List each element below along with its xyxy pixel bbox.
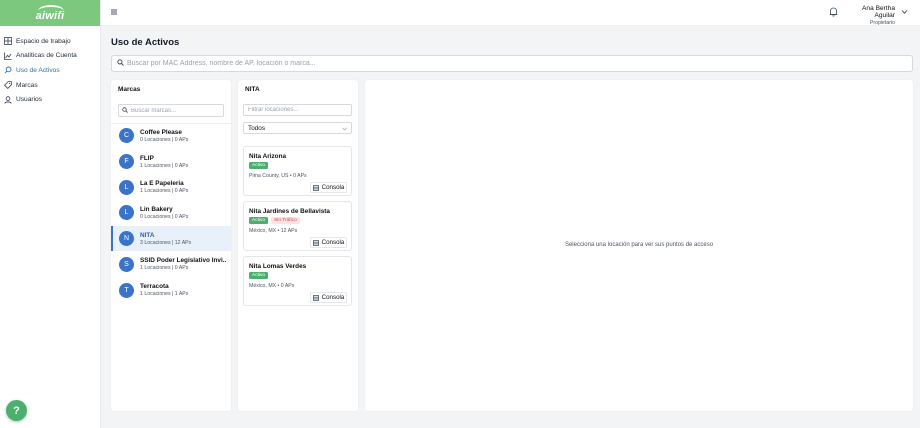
console-icon bbox=[312, 239, 319, 246]
sidebar-item-label: Usuarios bbox=[16, 96, 43, 104]
console-button[interactable]: Consola bbox=[310, 292, 347, 303]
avatar: C bbox=[119, 128, 134, 144]
console-button[interactable]: Consola bbox=[310, 182, 347, 193]
console-button[interactable]: Consola bbox=[310, 237, 347, 248]
page-title: Uso de Activos bbox=[111, 37, 180, 48]
user-icon bbox=[4, 95, 12, 104]
brand-item-la-e-papeleria[interactable]: L La E Papeleria 1 Locaciones | 0 APs bbox=[111, 174, 231, 200]
console-icon bbox=[312, 294, 319, 301]
sidebar-nav: Espacio de trabajo Analíticas de Cuenta … bbox=[0, 26, 100, 107]
brand-item-coffee-please[interactable]: C Coffee Please 0 Locaciones | 0 APs bbox=[111, 123, 231, 149]
brand-meta: 0 Locaciones | 0 APs bbox=[140, 136, 189, 143]
sidebar-item-label: Analíticas de Cuenta bbox=[16, 52, 77, 60]
avatar: S bbox=[119, 256, 134, 272]
user-menu[interactable]: Ana Bertha Aguilar Propietario bbox=[843, 5, 895, 26]
brand-meta: 0 Locaciones | 0 APs bbox=[140, 213, 189, 220]
analytics-icon bbox=[4, 52, 12, 60]
brand-meta: 1 Locaciones | 0 APs bbox=[140, 265, 189, 272]
sidebar-item-label: Marcas bbox=[16, 81, 38, 89]
brands-panel: Marcas C Coffee Please0 Locaciones | 0 A… bbox=[111, 80, 231, 411]
sidebar-item-brands[interactable]: Marcas bbox=[0, 78, 100, 93]
brand-item-lin-bakery[interactable]: L Lin Bakery 0 Locaciones | 0 APs bbox=[111, 200, 231, 226]
brand-name: La E Papeleria bbox=[140, 180, 184, 188]
brands-search-input[interactable] bbox=[131, 107, 223, 114]
brand-meta: 1 Locaciones | 1 APs bbox=[140, 291, 189, 298]
status-select[interactable]: Todos bbox=[243, 122, 352, 134]
sidebar-item-users[interactable]: Usuarios bbox=[0, 92, 100, 107]
status-badge: Activo bbox=[249, 162, 269, 169]
locations-filter-input[interactable] bbox=[248, 107, 348, 113]
sidebar-item-label: Espacio de trabajo bbox=[16, 37, 71, 45]
logo-arc-icon bbox=[38, 5, 64, 17]
avatar: T bbox=[119, 282, 134, 298]
avatar: F bbox=[119, 154, 134, 170]
global-search[interactable] bbox=[111, 55, 913, 72]
status-select-value: Todos bbox=[248, 124, 266, 132]
help-label: ? bbox=[13, 404, 20, 417]
avatar: L bbox=[119, 205, 134, 221]
brands-panel-title: Marcas bbox=[118, 86, 141, 93]
top-bar: Ana Bertha Aguilar Propietario bbox=[101, 0, 920, 26]
bell-icon[interactable] bbox=[829, 7, 838, 17]
brand-item-ssid-poder-legislativo[interactable]: S SSID Poder Legislativo Invi... 1 Locaci… bbox=[111, 252, 231, 278]
status-badge: Activo bbox=[249, 217, 269, 224]
location-meta: Pima County, US • 0 APs bbox=[249, 173, 307, 179]
search-icon bbox=[117, 59, 124, 68]
user-role: Propietario bbox=[869, 20, 895, 26]
brand-name: FLIP bbox=[140, 154, 154, 162]
chevron-down-icon[interactable] bbox=[901, 9, 908, 15]
brand-item-terracota[interactable]: T Terracota 1 Locaciones | 1 APs bbox=[111, 277, 231, 303]
location-meta: México, MX • 12 APs bbox=[249, 228, 298, 234]
location-card-nita-lomas-verdes[interactable]: Nita Lomas Verdes Activo México, MX • 0 … bbox=[243, 256, 352, 306]
avatar: L bbox=[119, 179, 134, 195]
brand-item-nita[interactable]: N NITA 3 Locaciones | 12 APs bbox=[111, 225, 231, 252]
brands-search[interactable] bbox=[118, 104, 224, 117]
logo[interactable]: aiwifi bbox=[0, 0, 100, 26]
avatar: N bbox=[119, 231, 134, 247]
help-button[interactable]: ? bbox=[6, 400, 27, 421]
sidebar-item-analytics[interactable]: Analíticas de Cuenta bbox=[0, 49, 100, 64]
workspace-icon bbox=[4, 37, 12, 46]
search-icon bbox=[122, 106, 128, 115]
search-icon bbox=[4, 66, 12, 75]
user-name: Ana Bertha Aguilar bbox=[862, 5, 895, 19]
locations-panel-title: NITA bbox=[245, 86, 260, 93]
console-label: Consola bbox=[321, 239, 345, 246]
sidebar-item-label: Uso de Activos bbox=[16, 66, 60, 74]
brand-name: Terracota bbox=[140, 283, 169, 291]
brand-meta: 1 Locaciones | 0 APs bbox=[140, 162, 189, 169]
sidebar: aiwifi Espacio de trabajo Analíticas de … bbox=[0, 0, 101, 428]
location-name: Nita Lomas Verdes bbox=[249, 263, 307, 270]
brand-meta: 1 Locaciones | 0 APs bbox=[140, 188, 189, 195]
menu-icon[interactable] bbox=[110, 8, 118, 16]
locations-panel: NITA Todos Nita Arizona Activo Pima Coun… bbox=[238, 80, 358, 411]
brand-name: Coffee Please bbox=[140, 128, 182, 136]
brand-name: NITA bbox=[140, 231, 155, 239]
tag-icon bbox=[4, 81, 12, 90]
chevron-down-icon bbox=[342, 126, 347, 131]
location-name: Nita Jardines de Bellavista bbox=[249, 208, 330, 215]
location-card-nita-jardines-de-bellavista[interactable]: Nita Jardines de Bellavista Activo Sin T… bbox=[243, 201, 352, 251]
sidebar-item-workspace[interactable]: Espacio de trabajo bbox=[0, 34, 100, 49]
location-meta: México, MX • 0 APs bbox=[249, 283, 295, 289]
traffic-badge: Sin Tráfico bbox=[271, 217, 300, 224]
empty-state-message: Selecciona una locación para ver sus pun… bbox=[564, 242, 714, 248]
status-badge: Activo bbox=[249, 272, 269, 279]
locations-filter[interactable] bbox=[243, 104, 352, 116]
console-icon bbox=[312, 184, 319, 191]
brand-meta: 3 Locaciones | 12 APs bbox=[140, 239, 192, 246]
brand-name: SSID Poder Legislativo Invi... bbox=[140, 257, 226, 265]
brand-name: Lin Bakery bbox=[140, 205, 173, 213]
brand-item-flip[interactable]: F FLIP 1 Locaciones | 0 APs bbox=[111, 149, 231, 175]
access-points-panel: Selecciona una locación para ver sus pun… bbox=[365, 80, 913, 411]
sidebar-item-asset-usage[interactable]: Uso de Activos bbox=[0, 63, 100, 78]
global-search-input[interactable] bbox=[127, 60, 827, 67]
console-label: Consola bbox=[321, 294, 345, 301]
location-name: Nita Arizona bbox=[249, 153, 287, 160]
location-card-nita-arizona[interactable]: Nita Arizona Activo Pima County, US • 0 … bbox=[243, 146, 352, 196]
console-label: Consola bbox=[321, 184, 345, 191]
